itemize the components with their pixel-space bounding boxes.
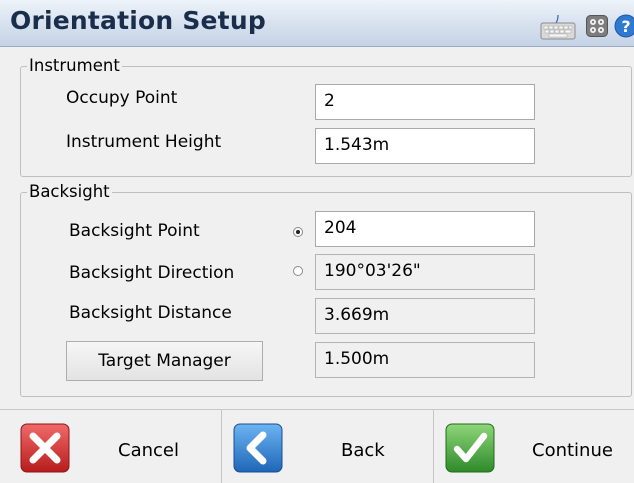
occupy-point-input[interactable]: 2: [315, 84, 535, 120]
back-button[interactable]: Back: [221, 410, 433, 483]
cancel-label: Cancel: [118, 440, 179, 461]
window-title: Orientation Setup: [10, 6, 266, 35]
settings-grid-icon[interactable]: [586, 15, 608, 37]
backsight-point-radio[interactable]: [293, 227, 303, 237]
continue-label: Continue: [532, 440, 613, 461]
back-label: Back: [341, 440, 385, 461]
target-manager-button[interactable]: Target Manager: [66, 341, 263, 381]
backsight-point-input[interactable]: 204: [315, 211, 535, 247]
backsight-direction-label: Backsight Direction: [69, 263, 235, 283]
keyboard-icon[interactable]: [540, 14, 576, 40]
instrument-height-input[interactable]: 1.543m: [315, 128, 535, 164]
cancel-x-icon: [20, 423, 70, 473]
checkmark-icon: [445, 423, 495, 473]
backsight-distance-label: Backsight Distance: [69, 303, 232, 323]
backsight-point-label: Backsight Point: [69, 221, 200, 241]
back-arrow-icon: [233, 423, 283, 473]
backsight-direction-radio[interactable]: [293, 266, 303, 276]
help-icon[interactable]: ?: [614, 14, 634, 38]
instrument-height-label: Instrument Height: [66, 132, 222, 152]
continue-button[interactable]: Continue: [433, 410, 634, 483]
cancel-button[interactable]: Cancel: [0, 410, 221, 483]
instrument-legend: Instrument: [29, 56, 120, 75]
bottom-button-bar: Cancel Back Continue: [0, 409, 634, 483]
svg-text:?: ?: [621, 17, 630, 36]
backsight-direction-value: 190°03'26": [315, 254, 535, 290]
backsight-legend: Backsight: [29, 182, 110, 201]
occupy-point-label: Occupy Point: [66, 88, 178, 108]
target-height-value: 1.500m: [315, 342, 535, 378]
title-bar: Orientation Setup ?: [0, 0, 634, 47]
backsight-distance-value: 3.669m: [315, 298, 535, 334]
